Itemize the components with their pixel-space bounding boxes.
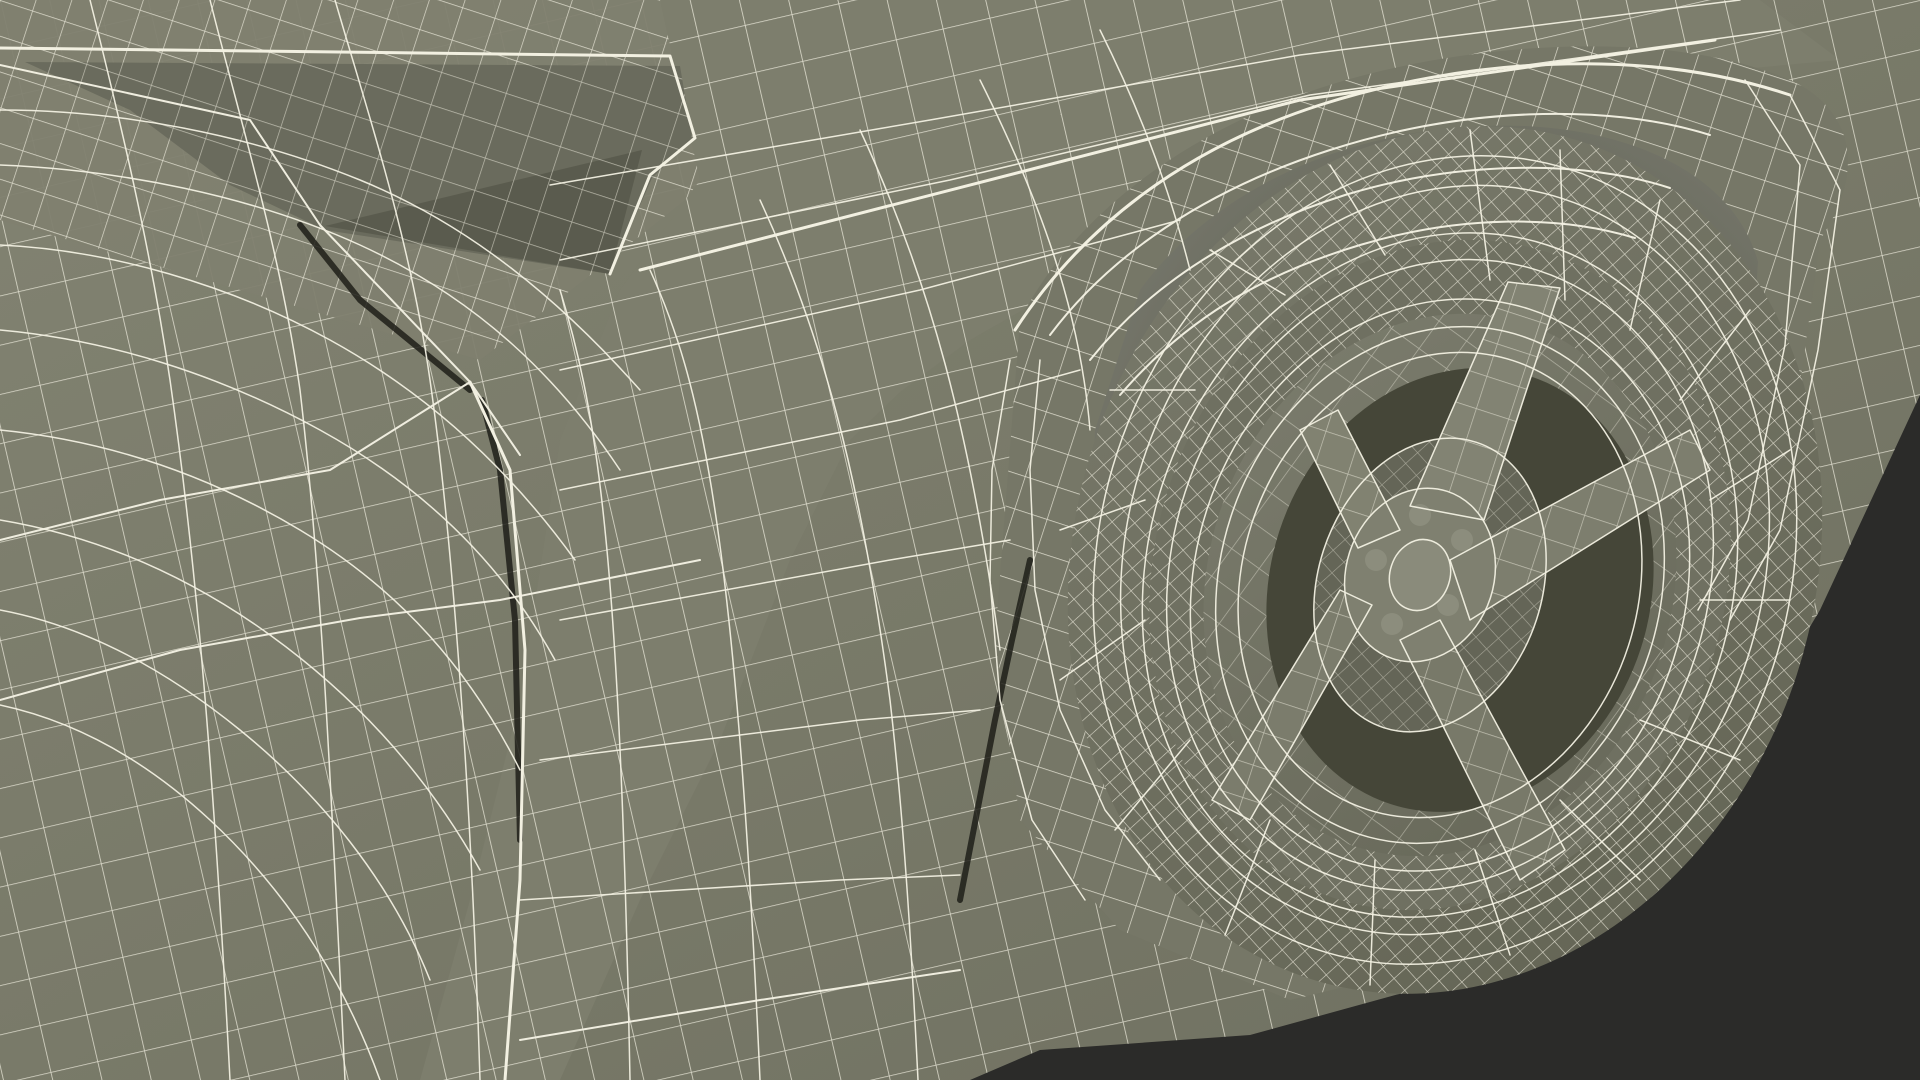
car-wireframe-render	[0, 0, 1920, 1080]
lug-nut	[1437, 594, 1459, 616]
lug-nut	[1451, 529, 1473, 551]
lug-nut	[1365, 549, 1387, 571]
wireframe-render-viewport	[0, 0, 1920, 1080]
lug-nut	[1381, 613, 1403, 635]
